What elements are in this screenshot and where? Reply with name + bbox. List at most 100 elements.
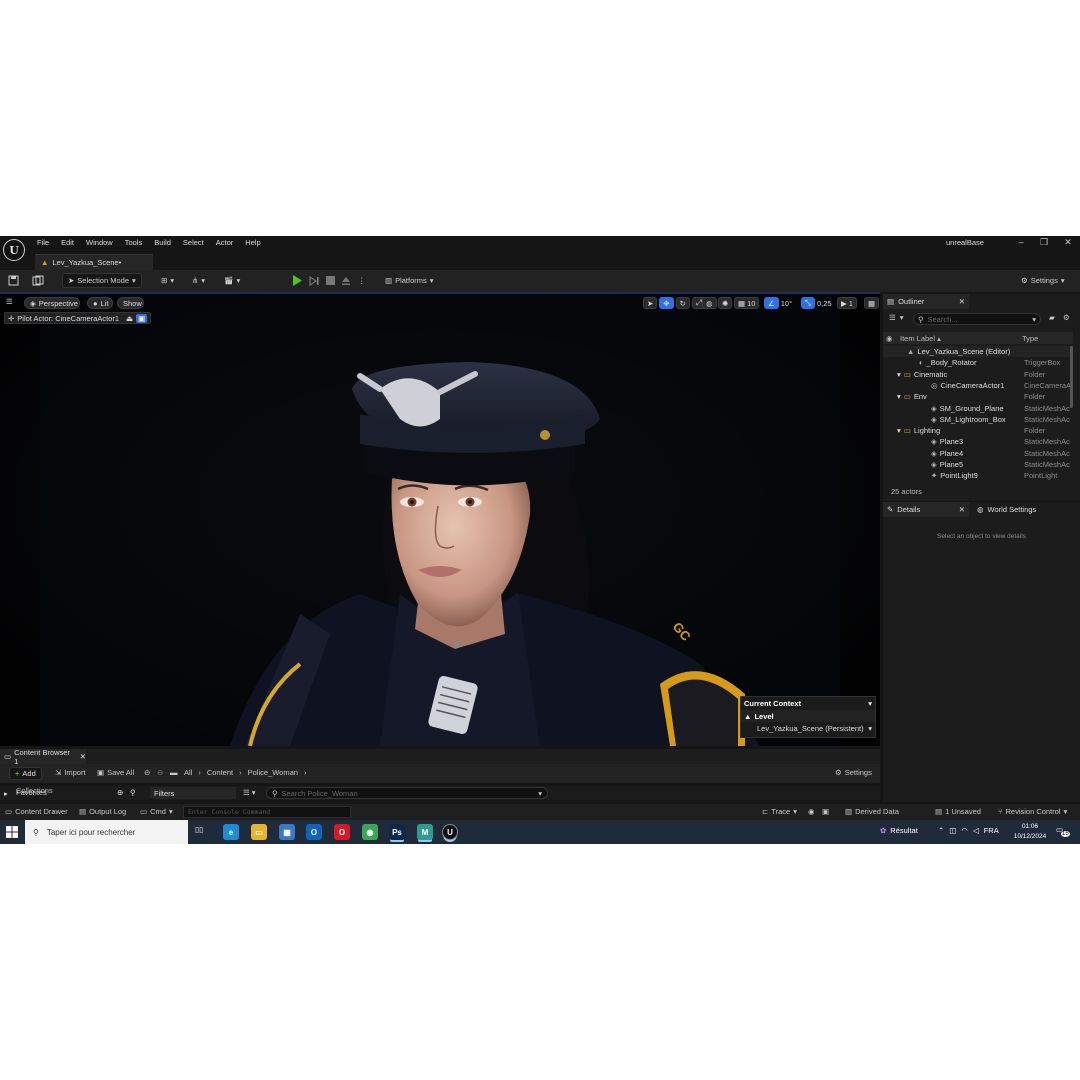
context-menu-icon[interactable]: ▾ xyxy=(868,699,872,708)
photoshop-icon[interactable]: Ps xyxy=(389,824,405,840)
blueprint-button[interactable]: ⋔ ▾ xyxy=(192,273,205,288)
expand-arrow-icon[interactable]: ▾ xyxy=(897,370,901,379)
edge-icon[interactable]: e xyxy=(223,824,239,840)
eject-pilot-icon[interactable]: ⏏ xyxy=(126,314,133,323)
save-all-button[interactable]: ▣ Save All xyxy=(97,768,134,777)
unreal-logo[interactable]: U xyxy=(3,239,25,261)
chrome-icon[interactable]: ◉ xyxy=(362,824,378,840)
derived-data-button[interactable]: ▥ Derived Data xyxy=(845,807,899,816)
chevron-right-icon[interactable]: › xyxy=(304,768,307,777)
details-tab[interactable]: ✎ Details ✕ xyxy=(883,502,969,517)
explorer-icon[interactable]: ▭ xyxy=(251,824,267,840)
outliner-row[interactable]: ◈ Plane3 StaticMeshAc xyxy=(883,436,1073,447)
breadcrumb-item[interactable]: Police_Woman xyxy=(248,768,298,777)
store-icon[interactable]: ▦ xyxy=(279,824,295,840)
lit-button[interactable]: ● Lit xyxy=(87,297,113,309)
play-button[interactable] xyxy=(292,273,302,288)
outlook-icon[interactable]: O xyxy=(306,824,322,840)
viewport-layout-icon[interactable]: ▦ xyxy=(864,297,880,309)
minimize-icon[interactable]: – xyxy=(1011,237,1031,247)
world-settings-tab[interactable]: ◍ World Settings xyxy=(973,502,1073,517)
app-m-icon[interactable]: M xyxy=(417,824,433,840)
cinematics-button[interactable]: 🎬︎ ▾ xyxy=(224,273,240,288)
outliner-row[interactable]: ◈ Plane4 StaticMeshAc xyxy=(883,448,1073,459)
visibility-eye-icon[interactable]: ◉ xyxy=(886,334,893,343)
show-button[interactable]: Show xyxy=(117,297,144,309)
wifi-icon[interactable]: ◠ xyxy=(961,826,968,835)
language-indicator[interactable]: FRA xyxy=(984,826,999,835)
add-folder-icon[interactable]: ▰ xyxy=(1049,313,1055,322)
filters-label[interactable]: Filters xyxy=(150,787,236,799)
content-drawer-button[interactable]: ▭ Content Drawer xyxy=(5,807,68,816)
breadcrumb-item[interactable]: All xyxy=(184,768,192,777)
surface-snap-icon[interactable]: ✺ xyxy=(718,297,733,309)
save-icon[interactable] xyxy=(8,273,19,288)
level-tab[interactable]: ▲ Lev_Yazkua_Scene• xyxy=(35,254,153,270)
advance-frame-icon[interactable] xyxy=(309,273,319,288)
selection-mode-button[interactable]: ➤ Selection Mode ▾ xyxy=(62,273,142,288)
menu-item-file[interactable]: File xyxy=(37,238,49,247)
outliner-filter-button[interactable]: ☰ ▾ xyxy=(889,313,904,322)
import-button[interactable]: ⇲ Import xyxy=(55,768,86,777)
output-log-button[interactable]: ▤ Output Log xyxy=(79,807,126,816)
settings-button[interactable]: ⚙ Settings ▾ xyxy=(1021,273,1065,288)
unreal-icon[interactable]: U xyxy=(442,824,458,840)
favorites-collections-header[interactable]: ▸ Favorites Collections ⊕ ⚲ xyxy=(4,786,144,798)
menu-item-actor[interactable]: Actor xyxy=(216,238,234,247)
network-icon[interactable]: ◫ xyxy=(949,826,956,835)
outliner-row[interactable]: ▾ ▭ Lighting Folder xyxy=(883,425,1073,436)
outliner-row[interactable]: ◎ CineCameraActor1 CineCameraA xyxy=(883,380,1073,391)
volume-icon[interactable]: ◁ xyxy=(973,826,979,835)
scale-snap-button[interactable]: ⤡ 0,25 xyxy=(801,297,832,309)
outliner-row[interactable]: ▲ Lev_Yazkua_Scene (Editor) xyxy=(883,346,1073,357)
outliner-row[interactable]: ▾ ▭ Cinematic Folder xyxy=(883,369,1073,380)
content-browser-tab[interactable]: ▭ Content Browser 1 ✕ xyxy=(0,748,86,766)
unsaved-button[interactable]: ▤ 1 Unsaved xyxy=(935,807,981,816)
translate-tool-icon[interactable]: ✥ xyxy=(659,297,674,309)
tray-chevron-icon[interactable]: ⌃ xyxy=(938,826,944,835)
menu-item-tools[interactable]: Tools xyxy=(125,238,143,247)
outliner-tab[interactable]: ▤ Outliner ✕ xyxy=(883,294,969,309)
outliner-scrollbar[interactable] xyxy=(1070,346,1073,408)
cmd-button[interactable]: ▭ Cmd ▾ xyxy=(140,807,173,816)
add-button[interactable]: + Add xyxy=(9,767,42,780)
gear-icon[interactable]: ⚙ xyxy=(1063,313,1070,322)
outliner-row[interactable]: ◈ SM_Ground_Plane StaticMeshAc xyxy=(883,403,1073,414)
restore-icon[interactable]: ❐ xyxy=(1034,237,1054,248)
outliner-row[interactable]: ✦ PointLight9 PointLight xyxy=(883,470,1073,481)
menu-item-window[interactable]: Window xyxy=(86,238,113,247)
menu-item-help[interactable]: Help xyxy=(245,238,260,247)
lock-camera-icon[interactable]: ▣ xyxy=(136,313,148,323)
menu-item-edit[interactable]: Edit xyxy=(61,238,74,247)
outliner-row[interactable]: ◐ _Body_Rotator TriggerBox xyxy=(883,357,1073,368)
outliner-search-input[interactable]: ⚲ Search... ▾ xyxy=(913,313,1041,325)
close-icon[interactable]: ✕ xyxy=(959,505,965,514)
rotate-tool-icon[interactable]: ↻ xyxy=(675,297,690,309)
outliner-row[interactable]: ◈ Plane5 StaticMeshAc xyxy=(883,459,1073,470)
history-forward-icon[interactable]: ⊖ xyxy=(157,768,163,777)
screenshot-icon[interactable]: ▣ xyxy=(822,807,829,816)
viewport-menu-icon[interactable]: ☰ xyxy=(6,297,18,309)
coordinate-space-icon[interactable]: ◍ xyxy=(702,297,717,309)
opera-icon[interactable]: O xyxy=(334,824,350,840)
add-collection-icon[interactable]: ⊕ xyxy=(117,788,123,797)
close-icon[interactable]: ✕ xyxy=(80,752,86,761)
add-actor-button[interactable]: ⊞ ▾ xyxy=(161,273,174,288)
cb-settings-button[interactable]: ⚙ Settings xyxy=(835,768,872,777)
outliner-row[interactable]: ▾ ▭ Env Folder xyxy=(883,391,1073,402)
stop-icon[interactable] xyxy=(326,273,335,288)
select-tool-icon[interactable]: ➤ xyxy=(643,297,658,309)
menu-item-build[interactable]: Build xyxy=(154,238,171,247)
eject-icon[interactable] xyxy=(341,273,351,288)
chevron-right-icon[interactable]: › xyxy=(239,768,242,777)
expand-arrow-icon[interactable]: ▾ xyxy=(897,392,901,401)
item-label-column[interactable]: Item Label ▴ xyxy=(900,334,941,343)
search-icon[interactable]: ⚲ xyxy=(130,788,136,797)
grid-snap-button[interactable]: ▦ 10 xyxy=(734,297,760,309)
windows-start-icon[interactable] xyxy=(6,826,18,838)
clock[interactable]: 01:06 10/12/2024 xyxy=(1010,822,1050,842)
platforms-button[interactable]: ▥ Platforms ▾ xyxy=(385,273,434,288)
content-search-input[interactable]: ⚲ Search Police_Woman ▾ xyxy=(266,787,548,799)
perspective-button[interactable]: ◈ Perspective xyxy=(24,297,80,309)
context-level-select[interactable]: Lev_Yazkua_Scene (Persistent) ▾ xyxy=(741,722,875,735)
